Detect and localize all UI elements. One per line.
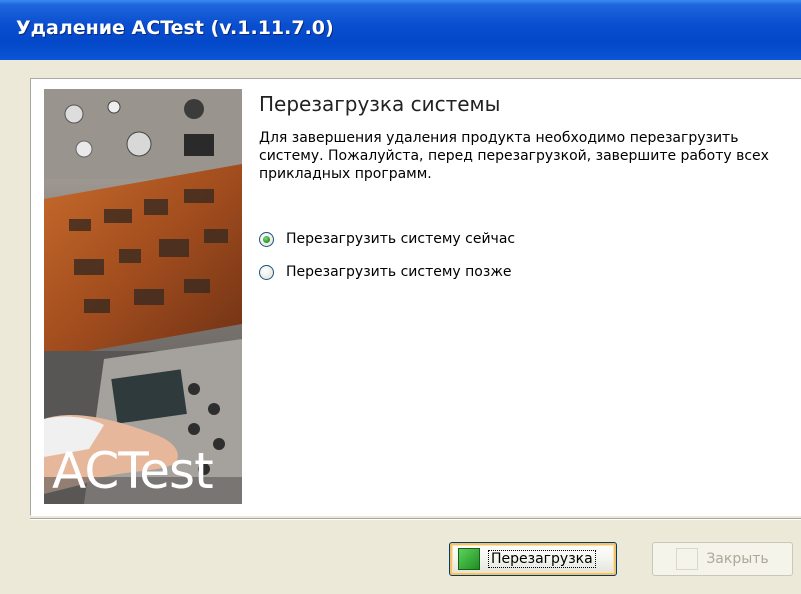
title-bar[interactable]: Удаление ACTest (v.1.11.7.0): [0, 0, 801, 60]
radio-button-selected[interactable]: [259, 231, 274, 247]
radio-label-now[interactable]: Перезагрузить систему сейчас: [286, 231, 515, 247]
window-title: Удаление ACTest (v.1.11.7.0): [16, 17, 334, 39]
radio-restart-now[interactable]: Перезагрузить систему сейчас: [259, 229, 515, 249]
radio-label-later[interactable]: Перезагрузить систему позже: [286, 264, 512, 280]
close-button[interactable]: Закрыть: [652, 542, 793, 576]
brand-text: ACTest: [52, 442, 214, 500]
product-banner-image: ACTest: [44, 89, 242, 504]
close-icon: [676, 548, 699, 570]
radio-button[interactable]: [259, 264, 274, 280]
uninstall-dialog: Удаление ACTest (v.1.11.7.0) ACTest Пере…: [0, 0, 801, 594]
separator-highlight: [30, 519, 801, 520]
radio-restart-later[interactable]: Перезагрузить систему позже: [259, 262, 512, 282]
description-text: Для завершения удаления продукта необход…: [259, 130, 769, 182]
restart-icon: [458, 548, 480, 570]
restart-button-label: Перезагрузка: [488, 550, 596, 568]
radio-dot: [263, 235, 270, 243]
restart-button[interactable]: Перезагрузка: [449, 542, 617, 576]
close-button-label: Закрыть: [706, 551, 769, 567]
content-panel: ACTest Перезагрузка системы Для завершен…: [30, 78, 801, 516]
page-heading: Перезагрузка системы: [259, 92, 501, 116]
